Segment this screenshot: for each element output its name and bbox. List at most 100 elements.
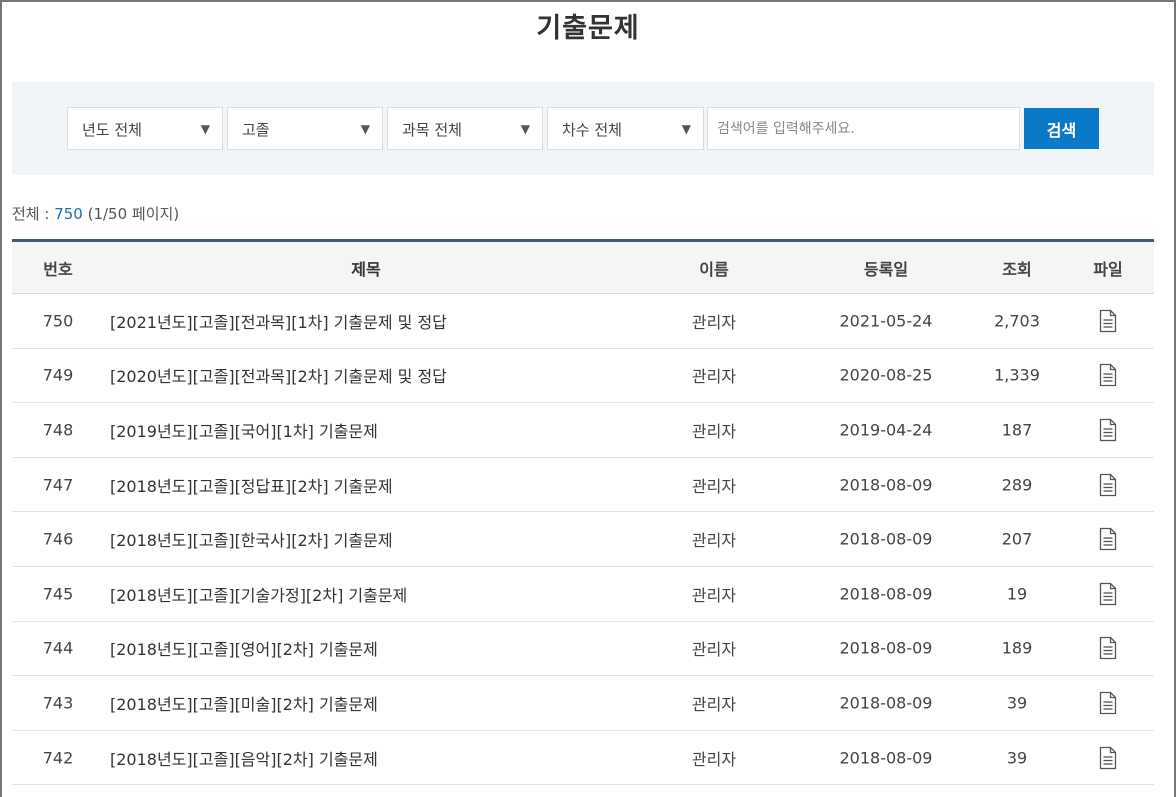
header-name: 이름 xyxy=(699,259,729,279)
row-title-link[interactable]: [2018년도][고졸][영어][2차] 기출문제 xyxy=(110,636,378,660)
document-icon[interactable] xyxy=(1098,418,1118,442)
row-title-link[interactable]: [2018년도][고졸][정답표][2차] 기출문제 xyxy=(110,473,393,497)
row-date: 2018-08-09 xyxy=(839,638,933,658)
search-input[interactable] xyxy=(707,107,1020,150)
table-row: 746 [2018년도][고졸][한국사][2차] 기출문제 관리자 2018-… xyxy=(12,512,1154,567)
page-title: 기출문제 xyxy=(536,13,640,44)
row-file[interactable] xyxy=(1078,363,1138,387)
year-select-value: 년도 전체 xyxy=(82,121,142,139)
document-icon[interactable] xyxy=(1098,636,1118,660)
row-author: 관리자 xyxy=(691,585,737,605)
table-row: 748 [2019년도][고졸][국어][1차] 기출문제 관리자 2019-0… xyxy=(12,403,1154,458)
row-author: 관리자 xyxy=(691,476,737,496)
chevron-down-icon: ▼ xyxy=(520,122,530,136)
row-author: 관리자 xyxy=(691,367,737,387)
row-date: 2018-08-09 xyxy=(839,475,933,495)
row-title-link[interactable]: [2018년도][고졸][음악][2차] 기출문제 xyxy=(110,746,378,770)
row-views: 207 xyxy=(1001,529,1033,549)
board-table: 번호 제목 이름 등록일 조회 파일 750 [2021년도][고졸][전과목]… xyxy=(12,239,1154,786)
table-row: 749 [2020년도][고졸][전과목][2차] 기출문제 및 정답 관리자 … xyxy=(12,349,1154,404)
row-views: 39 xyxy=(1006,748,1028,768)
row-no: 744 xyxy=(42,638,74,658)
document-icon[interactable] xyxy=(1098,691,1118,715)
header-date: 등록일 xyxy=(863,259,909,279)
row-file[interactable] xyxy=(1078,527,1138,551)
row-file[interactable] xyxy=(1078,691,1138,715)
total-count: 750 xyxy=(54,205,83,223)
document-icon[interactable] xyxy=(1098,309,1118,333)
row-title-link[interactable]: [2019년도][고졸][국어][1차] 기출문제 xyxy=(110,418,378,442)
row-author: 관리자 xyxy=(691,640,737,660)
row-views: 19 xyxy=(1006,584,1028,604)
document-icon[interactable] xyxy=(1098,746,1118,770)
row-date: 2020-08-25 xyxy=(839,365,933,385)
row-date: 2018-08-09 xyxy=(839,693,933,713)
row-title-link[interactable]: [2018년도][고졸][미술][2차] 기출문제 xyxy=(110,691,378,715)
row-file[interactable] xyxy=(1078,418,1138,442)
row-file[interactable] xyxy=(1078,582,1138,606)
header-no: 번호 xyxy=(43,259,73,279)
row-views: 189 xyxy=(1001,638,1033,658)
subject-select[interactable]: 과목 전체 ▼ xyxy=(387,107,543,150)
table-row: 745 [2018년도][고졸][기술가정][2차] 기출문제 관리자 2018… xyxy=(12,567,1154,622)
chevron-down-icon: ▼ xyxy=(200,122,210,136)
row-no: 749 xyxy=(42,365,74,385)
table-header-row: 번호 제목 이름 등록일 조회 파일 xyxy=(12,242,1154,294)
row-views: 39 xyxy=(1006,693,1028,713)
row-title-link[interactable]: [2018년도][고졸][기술가정][2차] 기출문제 xyxy=(110,582,407,606)
school-select[interactable]: 고졸 ▼ xyxy=(227,107,383,150)
row-title-link[interactable]: [2018년도][고졸][한국사][2차] 기출문제 xyxy=(110,527,393,551)
document-icon[interactable] xyxy=(1098,582,1118,606)
row-no: 745 xyxy=(42,584,74,604)
page-info: (1/50 페이지) xyxy=(82,205,180,223)
school-select-value: 고졸 xyxy=(242,121,270,139)
row-date: 2018-08-09 xyxy=(839,748,933,768)
table-body: 750 [2021년도][고졸][전과목][1차] 기출문제 및 정답 관리자 … xyxy=(12,294,1154,786)
document-icon[interactable] xyxy=(1098,363,1118,387)
total-summary: 전체 : 750 (1/50 페이지) xyxy=(12,203,179,224)
row-date: 2021-05-24 xyxy=(839,311,933,331)
table-row: 744 [2018년도][고졸][영어][2차] 기출문제 관리자 2018-0… xyxy=(12,622,1154,677)
chevron-down-icon: ▼ xyxy=(360,122,370,136)
document-icon[interactable] xyxy=(1098,527,1118,551)
header-title: 제목 xyxy=(351,259,381,279)
subject-select-value: 과목 전체 xyxy=(402,121,462,139)
row-views: 1,339 xyxy=(994,365,1040,385)
row-date: 2018-08-09 xyxy=(839,529,933,549)
row-file[interactable] xyxy=(1078,473,1138,497)
search-button[interactable]: 검색 xyxy=(1024,108,1099,149)
row-date: 2018-08-09 xyxy=(839,584,933,604)
document-icon[interactable] xyxy=(1098,473,1118,497)
row-author: 관리자 xyxy=(691,531,737,551)
round-select-value: 차수 전체 xyxy=(562,121,622,139)
row-file[interactable] xyxy=(1078,309,1138,333)
search-panel: 년도 전체 ▼ 고졸 ▼ 과목 전체 ▼ 차수 전체 ▼ 검색 xyxy=(12,82,1154,175)
round-select[interactable]: 차수 전체 ▼ xyxy=(547,107,704,150)
header-file: 파일 xyxy=(1093,259,1123,279)
row-no: 748 xyxy=(42,420,74,440)
row-file[interactable] xyxy=(1078,746,1138,770)
row-no: 746 xyxy=(42,529,74,549)
row-author: 관리자 xyxy=(691,694,737,714)
table-row: 750 [2021년도][고졸][전과목][1차] 기출문제 및 정답 관리자 … xyxy=(12,294,1154,349)
row-views: 289 xyxy=(1001,475,1033,495)
header-views: 조회 xyxy=(1002,259,1032,279)
row-no: 747 xyxy=(42,475,74,495)
row-no: 750 xyxy=(42,311,74,331)
row-title-link[interactable]: [2020년도][고졸][전과목][2차] 기출문제 및 정답 xyxy=(110,363,447,387)
row-no: 742 xyxy=(42,748,74,768)
row-date: 2019-04-24 xyxy=(839,420,933,440)
table-row: 747 [2018년도][고졸][정답표][2차] 기출문제 관리자 2018-… xyxy=(12,458,1154,513)
year-select[interactable]: 년도 전체 ▼ xyxy=(67,107,223,150)
total-label: 전체 : xyxy=(12,205,55,223)
row-title-link[interactable]: [2021년도][고졸][전과목][1차] 기출문제 및 정답 xyxy=(110,309,447,333)
row-file[interactable] xyxy=(1078,636,1138,660)
row-author: 관리자 xyxy=(691,312,737,332)
row-views: 2,703 xyxy=(994,311,1040,331)
row-author: 관리자 xyxy=(691,749,737,769)
row-views: 187 xyxy=(1001,420,1033,440)
table-row: 743 [2018년도][고졸][미술][2차] 기출문제 관리자 2018-0… xyxy=(12,676,1154,731)
table-row: 742 [2018년도][고졸][음악][2차] 기출문제 관리자 2018-0… xyxy=(12,731,1154,786)
row-no: 743 xyxy=(42,693,74,713)
row-author: 관리자 xyxy=(691,421,737,441)
